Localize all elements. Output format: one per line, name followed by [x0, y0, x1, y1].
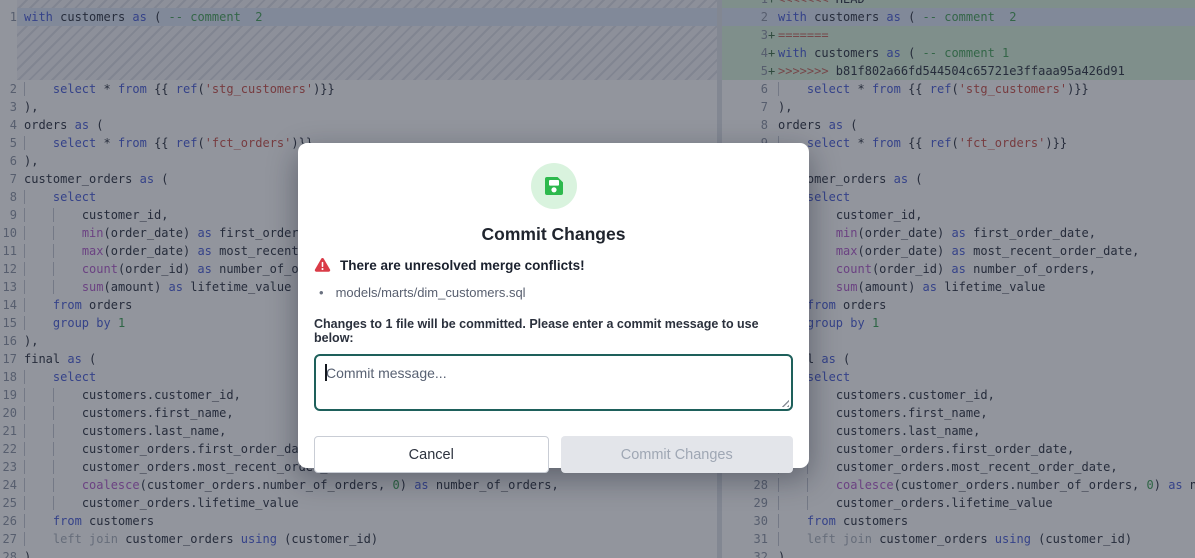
warning-text: There are unresolved merge conflicts!	[340, 258, 585, 273]
commit-message-input[interactable]	[314, 354, 793, 411]
commit-button[interactable]: Commit Changes	[561, 436, 794, 473]
commit-changes-dialog: Commit Changes There are unresolved merg…	[298, 143, 809, 468]
commit-prompt-label: Changes to 1 file will be committed. Ple…	[314, 317, 793, 345]
merge-conflict-warning: There are unresolved merge conflicts!	[314, 257, 793, 273]
alert-triangle-icon	[314, 257, 331, 273]
conflict-file-item: models/marts/dim_customers.sql	[314, 285, 793, 300]
save-floppy-icon	[531, 163, 577, 209]
dbt-ide-diff-view: 1with customers as ( -- comment 22 selec…	[0, 0, 1195, 558]
conflict-file-list: models/marts/dim_customers.sql	[314, 285, 793, 300]
text-cursor	[325, 364, 327, 381]
cancel-button[interactable]: Cancel	[314, 436, 549, 473]
dialog-title: Commit Changes	[314, 224, 793, 245]
